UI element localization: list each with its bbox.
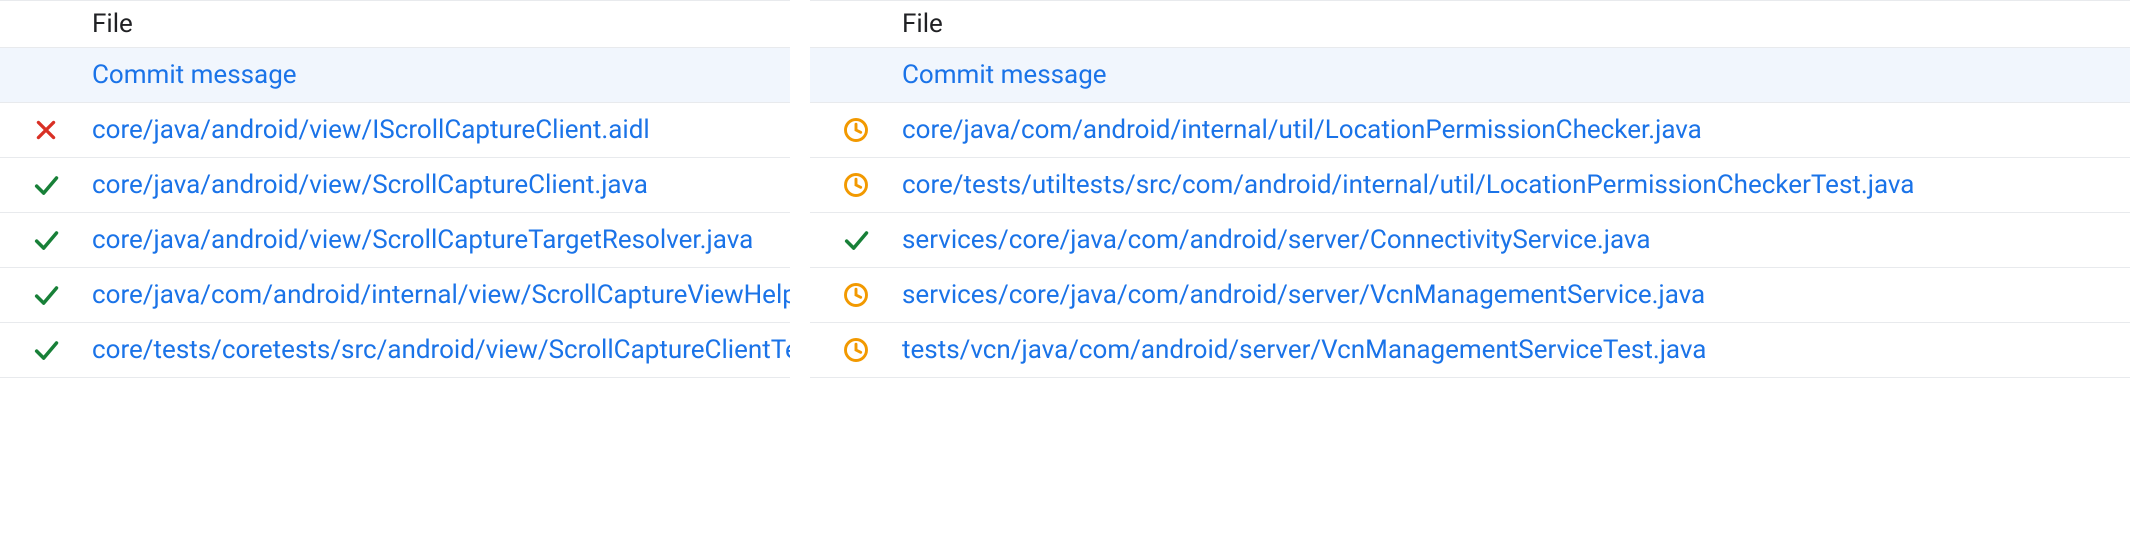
file-header-row: File: [810, 0, 2130, 48]
status-icon-cell: [0, 226, 92, 254]
file-row[interactable]: core/java/android/view/IScrollCaptureCli…: [0, 103, 790, 158]
file-header-row: File: [0, 0, 790, 48]
status-icon-cell: [0, 171, 92, 199]
file-path-link[interactable]: core/java/android/view/ScrollCaptureClie…: [92, 170, 790, 200]
status-icon-cell: [0, 336, 92, 364]
commit-message-row[interactable]: Commit message: [0, 48, 790, 103]
check-icon: [32, 226, 60, 254]
status-icon-cell: [0, 117, 92, 143]
file-path-link[interactable]: tests/vcn/java/com/android/server/VcnMan…: [902, 335, 2130, 365]
file-row[interactable]: core/java/android/view/ScrollCaptureTarg…: [0, 213, 790, 268]
panel-gap: [790, 0, 810, 552]
clock-icon: [842, 281, 870, 309]
file-path-link[interactable]: core/java/android/view/ScrollCaptureTarg…: [92, 225, 790, 255]
file-path-link[interactable]: core/tests/utiltests/src/com/android/int…: [902, 170, 2130, 200]
status-icon-cell: [810, 336, 902, 364]
commit-message-row[interactable]: Commit message: [810, 48, 2130, 103]
check-icon: [32, 281, 60, 309]
file-row[interactable]: core/java/android/view/ScrollCaptureClie…: [0, 158, 790, 213]
check-icon: [32, 336, 60, 364]
fail-icon: [33, 117, 59, 143]
check-icon: [842, 226, 870, 254]
file-column-header: File: [92, 9, 790, 39]
commit-message-link[interactable]: Commit message: [902, 60, 2130, 90]
file-row[interactable]: core/tests/utiltests/src/com/android/int…: [810, 158, 2130, 213]
file-list-panel-left: File Commit message core/java/android/vi…: [0, 0, 790, 552]
clock-icon: [842, 336, 870, 364]
file-row[interactable]: tests/vcn/java/com/android/server/VcnMan…: [810, 323, 2130, 378]
check-icon: [32, 171, 60, 199]
file-path-link[interactable]: core/java/android/view/IScrollCaptureCli…: [92, 115, 790, 145]
file-row[interactable]: services/core/java/com/android/server/Vc…: [810, 268, 2130, 323]
file-path-link[interactable]: services/core/java/com/android/server/Co…: [902, 225, 2130, 255]
file-row[interactable]: core/tests/coretests/src/android/view/Sc…: [0, 323, 790, 378]
status-icon-cell: [810, 116, 902, 144]
clock-icon: [842, 171, 870, 199]
status-icon-cell: [0, 281, 92, 309]
clock-icon: [842, 116, 870, 144]
file-path-link[interactable]: core/java/com/android/internal/util/Loca…: [902, 115, 2130, 145]
status-icon-cell: [810, 226, 902, 254]
file-path-link[interactable]: core/java/com/android/internal/view/Scro…: [92, 280, 790, 310]
file-row[interactable]: core/java/com/android/internal/util/Loca…: [810, 103, 2130, 158]
file-path-link[interactable]: services/core/java/com/android/server/Vc…: [902, 280, 2130, 310]
file-row[interactable]: core/java/com/android/internal/view/Scro…: [0, 268, 790, 323]
commit-message-link[interactable]: Commit message: [92, 60, 790, 90]
file-row[interactable]: services/core/java/com/android/server/Co…: [810, 213, 2130, 268]
status-icon-cell: [810, 171, 902, 199]
status-icon-cell: [810, 281, 902, 309]
file-column-header: File: [902, 9, 2130, 39]
file-list-panel-right: File Commit message core/java/com/androi…: [810, 0, 2130, 552]
file-path-link[interactable]: core/tests/coretests/src/android/view/Sc…: [92, 335, 790, 365]
